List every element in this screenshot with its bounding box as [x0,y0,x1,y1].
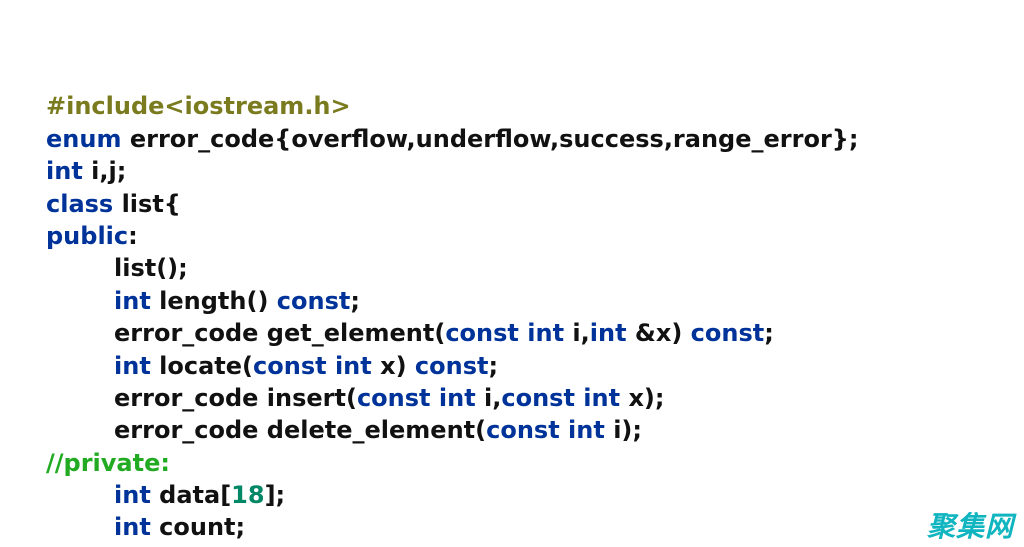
class-name: list [122,190,164,218]
kw-int: int [439,384,476,412]
kw-int: int [114,287,151,315]
kw-const: const [691,319,765,347]
code-block: #include<iostream.h> enum error_code{ove… [0,0,1024,547]
data-array: data[ [159,481,231,509]
kw-int: int [114,481,151,509]
kw-int: int [335,352,372,380]
var-decl: i,j; [91,157,126,185]
kw-const: const [357,384,431,412]
kw-const: const [415,352,489,380]
ctor-decl: list(); [114,254,188,282]
arg-x: &x) [635,319,682,347]
method-get-prefix: error_code get_element( [114,319,445,347]
kw-const: const [445,319,519,347]
semi: ; [350,287,360,315]
method-delete-prefix: error_code delete_element( [114,416,486,444]
comment-private: //private: [46,449,170,477]
arg-i: i, [484,384,501,412]
kw-int: int [46,157,83,185]
semi: ; [764,319,774,347]
watermark-text: 聚集网 [927,505,1014,545]
colon: : [128,222,138,250]
kw-const: const [501,384,575,412]
brace-open: { [164,190,181,218]
arg-i: i); [613,416,642,444]
method-insert-prefix: error_code insert( [114,384,357,412]
kw-int: int [114,513,151,541]
enum-name: error_code [130,125,274,153]
kw-int: int [114,352,151,380]
kw-const: const [253,352,327,380]
count-var: count; [159,513,245,541]
arg-x: x); [628,384,664,412]
method-locate: locate( [159,352,253,380]
kw-class: class [46,190,113,218]
semi: ; [488,352,498,380]
arg-x: x) [380,352,406,380]
kw-public: public [46,222,128,250]
enum-body: {overflow,underflow,success,range_error}… [274,125,858,153]
kw-int: int [590,319,627,347]
array-close: ]; [265,481,286,509]
kw-int: int [568,416,605,444]
kw-const: const [277,287,351,315]
kw-const: const [486,416,560,444]
kw-int: int [527,319,564,347]
method-length: length() [159,287,268,315]
arg-i: i, [572,319,589,347]
kw-int: int [583,384,620,412]
kw-enum: enum [46,125,121,153]
preproc-line: #include<iostream.h> [46,92,351,120]
array-size: 18 [231,481,264,509]
